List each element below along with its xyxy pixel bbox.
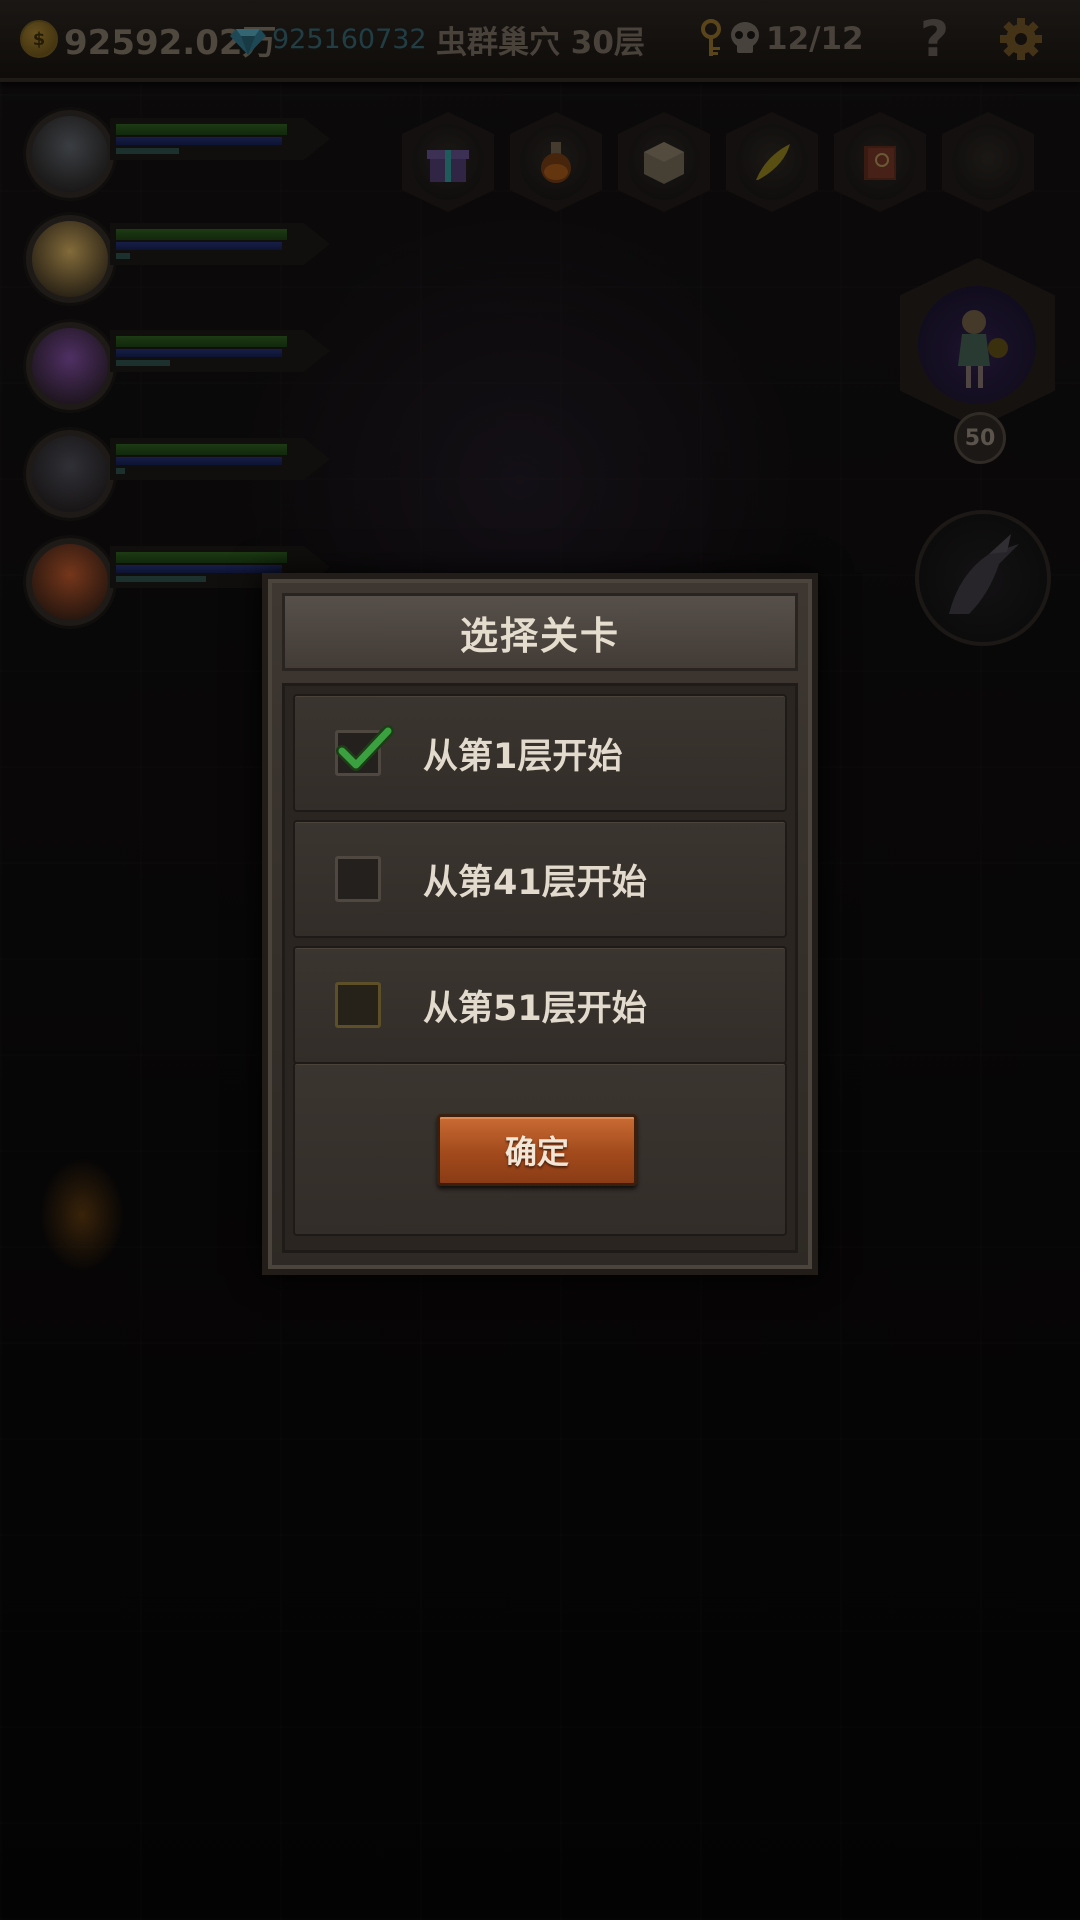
option-label: 从第1层开始 [423, 736, 623, 777]
checkmark-icon [336, 725, 394, 771]
dialog-header: 选择关卡 [282, 593, 798, 671]
checkbox-floor-1[interactable] [335, 725, 394, 776]
dialog-body: 从第1层开始 从第41层开始 从第51层开始 确定 [282, 683, 798, 1253]
option-label: 从第41层开始 [423, 862, 647, 903]
checkbox-floor-51[interactable] [335, 982, 381, 1028]
option-label: 从第51层开始 [423, 988, 647, 1029]
option-floor-1[interactable]: 从第1层开始 [293, 694, 787, 812]
option-floor-41[interactable]: 从第41层开始 [293, 820, 787, 938]
option-floor-51[interactable]: 从第51层开始 [293, 946, 787, 1064]
checkbox-floor-41[interactable] [335, 856, 381, 902]
select-stage-dialog: 选择关卡 从第1层开始 从第41层开始 从第51层开始 确定 [262, 573, 818, 1275]
dialog-footer: 确定 [293, 1062, 787, 1236]
confirm-button[interactable]: 确定 [437, 1114, 637, 1186]
dialog-title: 选择关卡 [459, 613, 620, 658]
